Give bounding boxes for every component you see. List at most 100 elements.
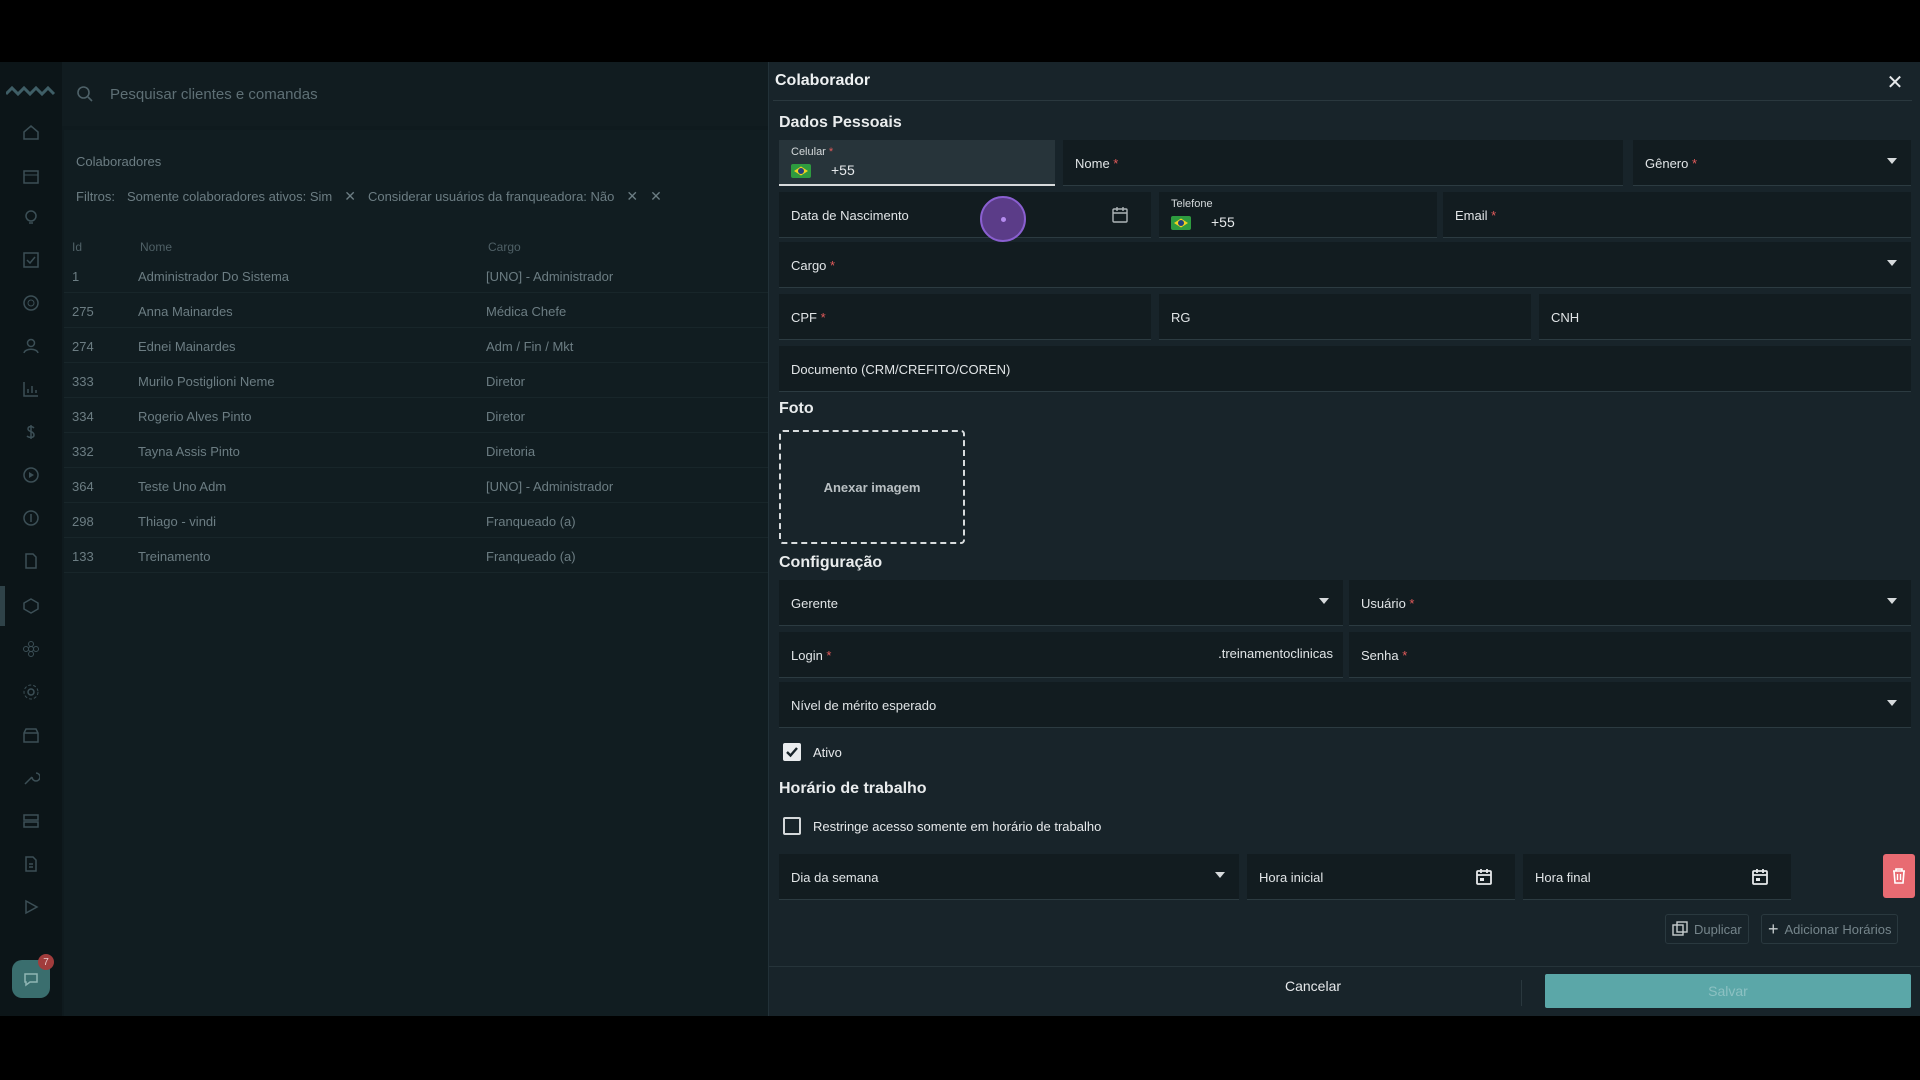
document-icon[interactable]	[21, 551, 41, 571]
cell-nome: Tayna Assis Pinto	[138, 444, 240, 459]
delete-button[interactable]	[1883, 854, 1915, 898]
gerente-label: Gerente	[791, 596, 838, 611]
login-label: Login *	[791, 648, 832, 663]
cell-cargo: Diretoria	[486, 444, 536, 459]
table-row[interactable]: 364 Teste Uno Adm [UNO] - Administrador	[64, 468, 770, 503]
calendar-icon[interactable]	[1111, 206, 1129, 224]
calendar-icon[interactable]	[1751, 868, 1769, 886]
calendar-icon[interactable]	[1475, 868, 1493, 886]
filter-chip-active: Somente colaboradores ativos: Sim	[127, 189, 333, 204]
home-icon[interactable]	[21, 122, 41, 142]
merito-select[interactable]: Nível de mérito esperado	[779, 682, 1911, 728]
celular-field[interactable]: Celular * +55	[779, 140, 1055, 186]
server-icon[interactable]	[21, 811, 41, 831]
column-header-nome[interactable]: Nome	[140, 240, 172, 254]
collaborators-list: Colaboradores Filtros: Somente colaborad…	[64, 130, 770, 1016]
chat-icon	[24, 973, 38, 987]
wrench-icon[interactable]	[21, 768, 41, 788]
senha-field[interactable]: Senha *	[1349, 632, 1911, 678]
hora-inicial-field[interactable]: Hora inicial	[1247, 854, 1515, 900]
restringe-checkbox[interactable]	[783, 817, 801, 835]
cell-id: 275	[72, 304, 94, 319]
nascimento-field[interactable]: Data de Nascimento	[779, 192, 1151, 238]
table-row[interactable]: 333 Murilo Postiglioni Neme Diretor	[64, 363, 770, 398]
search-input[interactable]: Pesquisar clientes e comandas	[110, 86, 318, 103]
duplicar-label: Duplicar	[1694, 921, 1742, 937]
chart-icon[interactable]	[21, 379, 41, 399]
filters-label: Filtros:	[76, 189, 115, 204]
chevron-down-icon	[1319, 598, 1329, 604]
cargo-select[interactable]: Cargo *	[779, 242, 1911, 288]
notification-badge: 7	[38, 954, 54, 970]
cargo-label: Cargo *	[791, 258, 836, 273]
hora-inicial-label: Hora inicial	[1259, 870, 1324, 885]
sidebar-rail: 7	[0, 62, 62, 1016]
documento-field[interactable]: Documento (CRM/CREFITO/COREN)	[779, 346, 1911, 392]
dollar-icon[interactable]	[21, 422, 41, 442]
lightbulb-icon[interactable]	[21, 208, 41, 228]
documento-label: Documento (CRM/CREFITO/COREN)	[791, 362, 1011, 377]
calendar-icon[interactable]	[21, 166, 41, 186]
package-icon[interactable]	[21, 596, 41, 616]
close-icon[interactable]: ✕	[344, 188, 356, 205]
table-row[interactable]: 275 Anna Mainardes Médica Chefe	[64, 293, 770, 328]
cell-nome: Thiago - vindi	[138, 514, 217, 529]
hora-final-label: Hora final	[1535, 870, 1591, 885]
table-row[interactable]: 133 Treinamento Franqueado (a)	[64, 538, 770, 573]
cnh-label: CNH	[1551, 310, 1580, 325]
column-header-id[interactable]: Id	[72, 240, 82, 254]
usuario-select[interactable]: Usuário *	[1349, 580, 1911, 626]
cell-nome: Murilo Postiglioni Neme	[138, 374, 275, 389]
adicionar-horarios-button[interactable]: + Adicionar Horários	[1761, 914, 1899, 944]
ativo-checkbox[interactable]	[783, 743, 801, 761]
search-bar[interactable]: Pesquisar clientes e comandas	[62, 62, 770, 126]
genero-select[interactable]: Gênero *	[1633, 140, 1911, 186]
nome-field[interactable]: Nome *	[1063, 140, 1623, 186]
senha-label: Senha *	[1361, 648, 1408, 663]
telefone-label: Telefone	[1171, 198, 1213, 210]
file-icon[interactable]	[21, 854, 41, 874]
trash-icon	[1893, 868, 1905, 884]
usuario-label: Usuário *	[1361, 596, 1415, 611]
dia-semana-select[interactable]: Dia da semana	[779, 854, 1239, 900]
gear-icon[interactable]	[21, 682, 41, 702]
list-title: Colaboradores	[76, 154, 162, 169]
save-button[interactable]: Salvar	[1545, 974, 1911, 1008]
cell-nome: Anna Mainardes	[138, 304, 233, 319]
coin-icon[interactable]	[21, 508, 41, 528]
store-icon[interactable]	[21, 725, 41, 745]
cell-cargo: Adm / Fin / Mkt	[486, 339, 574, 354]
user-icon[interactable]	[21, 336, 41, 356]
table-row[interactable]: 332 Tayna Assis Pinto Diretoria	[64, 433, 770, 468]
flower-icon[interactable]	[21, 639, 41, 659]
target-icon[interactable]	[21, 293, 41, 313]
rg-field[interactable]: RG	[1159, 294, 1531, 340]
duplicar-button[interactable]: Duplicar	[1665, 914, 1749, 944]
hora-final-field[interactable]: Hora final	[1523, 854, 1791, 900]
email-field[interactable]: Email *	[1443, 192, 1911, 238]
cancel-button[interactable]: Cancelar	[1285, 978, 1341, 994]
close-icon[interactable]: ✕	[1886, 73, 1904, 93]
checkmark-icon	[786, 747, 798, 758]
genero-label: Gênero *	[1645, 156, 1698, 171]
restringe-label: Restringe acesso somente em horário de t…	[813, 819, 1102, 834]
gerente-select[interactable]: Gerente	[779, 580, 1343, 626]
active-indicator	[0, 586, 5, 626]
section-configuracao: Configuração	[779, 554, 883, 571]
play-circle-icon[interactable]	[21, 465, 41, 485]
image-upload[interactable]: Anexar imagem	[779, 430, 965, 544]
table-row[interactable]: 334 Rogerio Alves Pinto Diretor	[64, 398, 770, 433]
checklist-icon[interactable]	[21, 250, 41, 270]
close-icon[interactable]: ✕	[626, 188, 638, 205]
telefone-field[interactable]: Telefone +55	[1159, 192, 1437, 238]
table-row[interactable]: 274 Ednei Mainardes Adm / Fin / Mkt	[64, 328, 770, 363]
table-row[interactable]: 1 Administrador Do Sistema [UNO] - Adminis…	[64, 258, 770, 293]
clear-filters-icon[interactable]: ✕	[650, 188, 662, 205]
cnh-field[interactable]: CNH	[1539, 294, 1911, 340]
table-row[interactable]: 298 Thiago - vindi Franqueado (a)	[64, 503, 770, 538]
column-header-cargo[interactable]: Cargo	[488, 240, 521, 254]
play-icon[interactable]	[21, 897, 41, 917]
cpf-field[interactable]: CPF *	[779, 294, 1151, 340]
login-field[interactable]: Login * .treinamentoclinicas	[779, 632, 1343, 678]
chevron-down-icon	[1887, 700, 1897, 706]
